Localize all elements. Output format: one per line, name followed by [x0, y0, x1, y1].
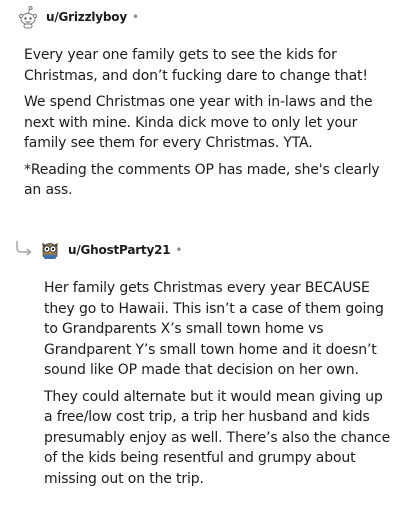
comment-paragraph: Her family gets Christmas every year BEC…: [44, 280, 384, 378]
meta-separator: •: [175, 243, 183, 257]
comment-header: u/Grizzlyboy •: [16, 5, 139, 29]
owl-avatar-icon[interactable]: [38, 238, 62, 262]
comment-paragraph: Every year one family gets to see the ki…: [24, 47, 368, 84]
comment-author[interactable]: u/Grizzlyboy: [46, 10, 127, 24]
comment-paragraph: We spend Christmas one year with in-laws…: [24, 94, 373, 151]
meta-separator: •: [131, 10, 140, 24]
comment-paragraph: *Reading the comments OP has made, she's…: [24, 161, 380, 199]
comment-paragraph: They could alternate but it would mean g…: [44, 388, 391, 487]
comment-body: Her family gets Christmas every year BEC…: [44, 278, 394, 495]
snoo-avatar-icon[interactable]: [16, 5, 40, 29]
comment-body: Every year one family gets to see the ki…: [24, 45, 394, 207]
comment-author[interactable]: u/GhostParty21: [68, 243, 171, 257]
reply-arrow-icon: [15, 240, 35, 260]
comment-header: u/GhostParty21 •: [38, 238, 182, 262]
